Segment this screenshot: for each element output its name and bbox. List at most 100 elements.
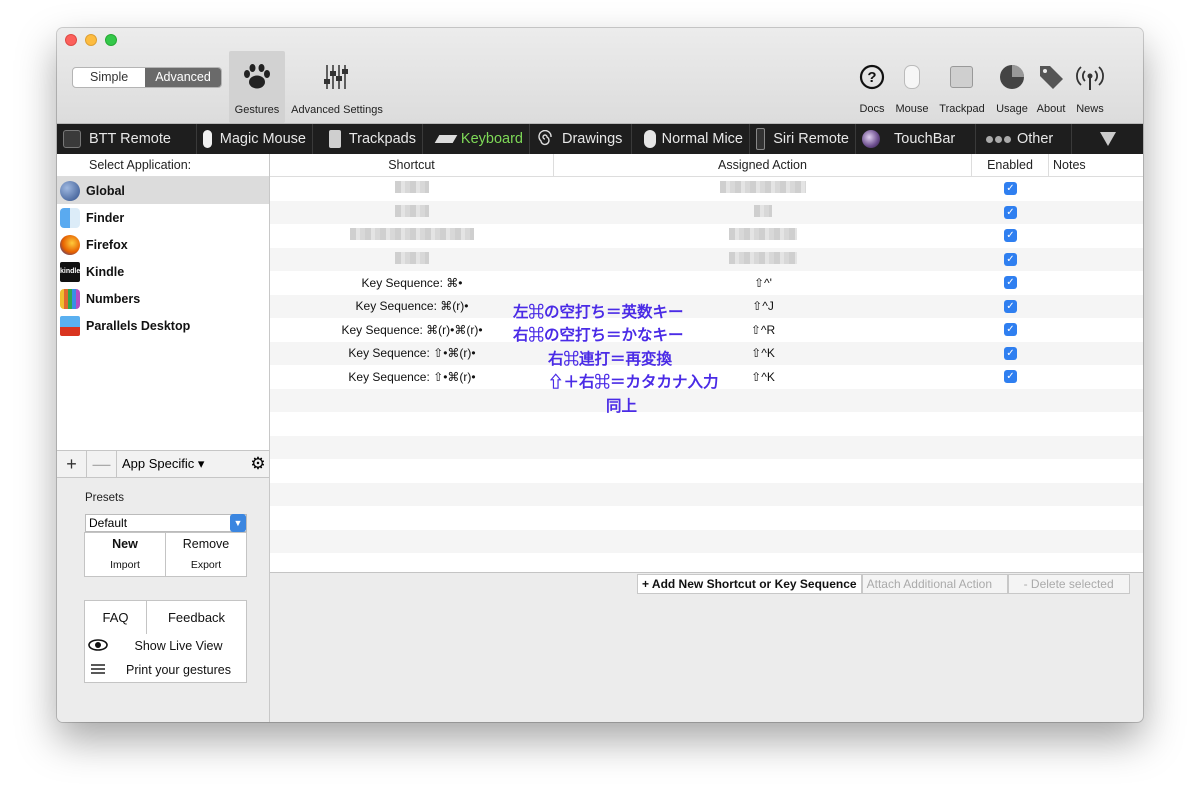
enabled-checkbox[interactable]: ✓	[1004, 323, 1017, 337]
live-view-row[interactable]: Show Live View	[84, 634, 247, 659]
blurred-shortcut	[350, 228, 474, 241]
table-row[interactable]: ✓	[270, 224, 1143, 248]
attach-action-button[interactable]: Attach Additional Action	[861, 574, 1008, 594]
question-icon: ?	[859, 64, 885, 90]
tab-trackpads[interactable]: Trackpads	[313, 124, 423, 154]
column-notes[interactable]: Notes	[1049, 154, 1143, 176]
kindle-icon: kindle	[60, 261, 80, 282]
enabled-checkbox[interactable]: ✓	[1004, 252, 1017, 266]
preset-value: Default	[89, 516, 128, 530]
mode-simple-button[interactable]: Simple	[73, 68, 145, 87]
zoom-button[interactable]	[105, 34, 117, 46]
select-application-header: Select Application:	[57, 154, 269, 177]
print-row[interactable]: Print your gestures	[84, 658, 247, 683]
mouse-icon	[644, 130, 656, 148]
enabled-checkbox[interactable]: ✓	[1004, 276, 1017, 290]
feedback-button[interactable]: Feedback	[147, 601, 246, 634]
siri-remote-icon	[756, 128, 766, 150]
show-live-view-button[interactable]: Show Live View	[111, 634, 246, 658]
app-item-finder[interactable]: Finder	[57, 204, 269, 231]
new-preset-button[interactable]: New	[85, 533, 166, 555]
keyboard-icon	[434, 135, 458, 143]
print-gestures-button[interactable]: Print your gestures	[111, 658, 246, 682]
mode-switch[interactable]: Simple Advanced	[72, 67, 222, 88]
table-row[interactable]: Key Sequence: ⇧•⌘(r)• ⇧^K ✓	[270, 341, 1143, 365]
app-item-global[interactable]: Global	[57, 177, 269, 204]
annotation-same: 同上	[606, 398, 638, 415]
table-row[interactable]: Key Sequence: ⌘(r)•⌘(r)• ⇧^R ✓	[270, 318, 1143, 342]
app-item-firefox[interactable]: Firefox	[57, 231, 269, 258]
preset-select[interactable]: Default ▼	[85, 514, 247, 532]
blurred-action	[720, 181, 806, 194]
advanced-settings-toolbar-button[interactable]: Advanced Settings	[289, 51, 385, 123]
empty-row	[270, 459, 1143, 483]
close-button[interactable]	[65, 34, 77, 46]
enabled-checkbox[interactable]: ✓	[1004, 299, 1017, 313]
svg-text:?: ?	[867, 69, 876, 86]
remote-icon	[63, 130, 81, 148]
export-button[interactable]: Export	[166, 555, 246, 576]
import-button[interactable]: Import	[85, 555, 166, 576]
news-label: News	[1076, 103, 1104, 115]
gestures-toolbar-button[interactable]: Gestures	[229, 51, 285, 123]
tab-touchbar[interactable]: TouchBar	[856, 124, 976, 154]
list-icon	[85, 658, 111, 682]
blurred-action	[754, 204, 772, 217]
minimize-button[interactable]	[85, 34, 97, 46]
empty-row	[270, 529, 1143, 553]
tab-label: BTT Remote	[89, 131, 171, 147]
touchbar-icon	[862, 130, 880, 148]
enabled-checkbox[interactable]: ✓	[1004, 182, 1017, 196]
shortcut-cell: Key Sequence: ⇧•⌘(r)•	[348, 369, 476, 384]
parallels-icon	[60, 315, 80, 336]
annotation-left-cmd: 左⌘の空打ち＝英数キー	[513, 304, 684, 321]
column-enabled[interactable]: Enabled	[972, 154, 1049, 176]
gear-icon[interactable]: ⚙	[247, 451, 269, 477]
tab-siri-remote[interactable]: Siri Remote	[750, 124, 856, 154]
column-shortcut[interactable]: Shortcut	[270, 154, 554, 176]
faq-button[interactable]: FAQ	[85, 601, 147, 634]
tab-drawings[interactable]: Drawings	[530, 124, 632, 154]
table-row[interactable]: ✓	[270, 177, 1143, 201]
annotation-reconvert: 右⌘連打＝再変換	[548, 351, 673, 368]
add-shortcut-button[interactable]: + Add New Shortcut or Key Sequence	[637, 574, 862, 594]
enabled-checkbox[interactable]: ✓	[1004, 205, 1017, 219]
tab-btt-remote[interactable]: BTT Remote	[57, 124, 197, 154]
tab-magic-mouse[interactable]: Magic Mouse	[197, 124, 313, 154]
enabled-checkbox[interactable]: ✓	[1004, 370, 1017, 384]
delete-selected-button[interactable]: - Delete selected	[1007, 574, 1130, 594]
paw-icon	[244, 64, 270, 89]
app-name: Parallels Desktop	[86, 318, 191, 333]
app-specific-dropdown[interactable]: App Specific ▾	[117, 451, 247, 477]
tab-label: Magic Mouse	[219, 131, 306, 147]
shortcut-cell: Key Sequence: ⌘•	[361, 275, 463, 290]
table-row[interactable]: Key Sequence: ⌘(r)• ⇧^J ✓	[270, 294, 1143, 318]
mouse-device-icon	[904, 65, 920, 89]
empty-row	[270, 553, 1143, 577]
import-export-row: Import Export	[84, 555, 247, 577]
app-item-kindle[interactable]: kindle Kindle	[57, 258, 269, 285]
remove-preset-button[interactable]: Remove	[166, 533, 246, 555]
trackpad-device-icon	[950, 66, 973, 88]
table-row[interactable]: ✓	[270, 247, 1143, 271]
app-item-numbers[interactable]: Numbers	[57, 285, 269, 312]
tabs-overflow-triangle-icon[interactable]	[1100, 132, 1116, 146]
column-assigned-action[interactable]: Assigned Action	[554, 154, 972, 176]
chevron-down-icon: ▼	[230, 514, 246, 532]
table-row[interactable]: ✓	[270, 200, 1143, 224]
table-actions: + Add New Shortcut or Key Sequence Attac…	[637, 574, 1130, 594]
magic-mouse-icon	[203, 130, 212, 148]
remove-app-button[interactable]: —	[87, 450, 117, 478]
app-name: Numbers	[86, 291, 141, 306]
blurred-shortcut	[395, 204, 429, 217]
table-row[interactable]: Key Sequence: ⌘• ⇧^' ✓	[270, 271, 1143, 295]
tab-normal-mice[interactable]: Normal Mice	[632, 124, 750, 154]
add-app-button[interactable]: +	[57, 450, 87, 478]
enabled-checkbox[interactable]: ✓	[1004, 346, 1017, 360]
tab-other[interactable]: Other	[976, 124, 1072, 154]
mode-advanced-button[interactable]: Advanced	[145, 68, 221, 87]
enabled-checkbox[interactable]: ✓	[1004, 229, 1017, 243]
tab-keyboard[interactable]: Keyboard	[423, 124, 530, 154]
blurred-shortcut	[395, 251, 429, 264]
app-item-parallels-desktop[interactable]: Parallels Desktop	[57, 312, 269, 339]
